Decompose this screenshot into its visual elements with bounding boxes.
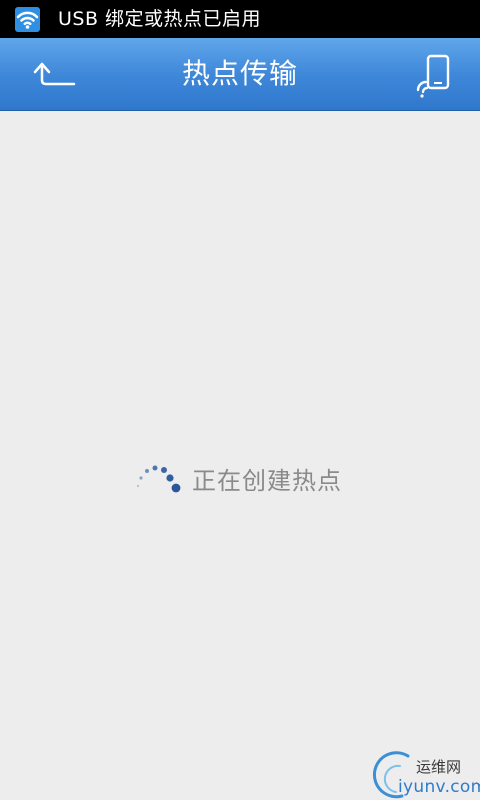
watermark-logo: 运维网 iyunv.com [372, 748, 480, 800]
back-button[interactable] [24, 56, 80, 94]
phone-connect-icon [416, 54, 450, 98]
watermark-url: iyunv.com [398, 777, 480, 797]
loading-spinner-icon [132, 460, 184, 500]
phone-connect-button[interactable] [410, 52, 458, 100]
wifi-hotspot-icon [15, 7, 40, 32]
main-content [0, 111, 480, 800]
watermark-title: 运维网 [416, 758, 462, 776]
loading-text: 正在创建热点 [192, 467, 342, 495]
status-bar: USB 绑定或热点已启用 [0, 0, 480, 38]
title-bar: 热点传输 [0, 38, 480, 111]
status-notification-text: USB 绑定或热点已启用 [58, 8, 262, 30]
back-arrow-icon [33, 62, 76, 86]
